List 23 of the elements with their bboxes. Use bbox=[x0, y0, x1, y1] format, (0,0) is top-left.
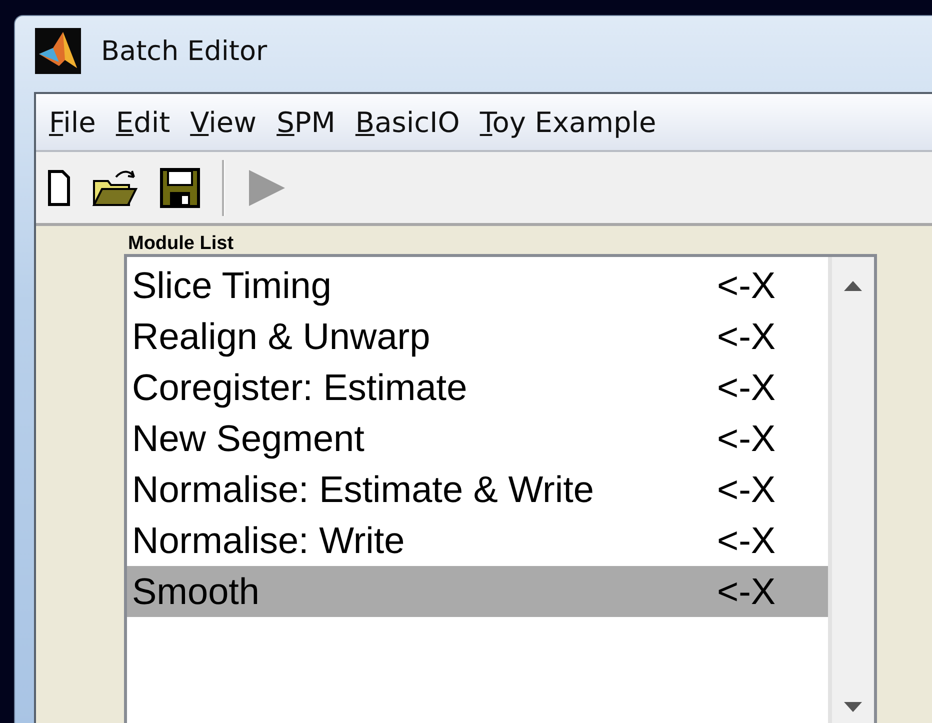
menu-item[interactable]: Edit bbox=[114, 104, 172, 140]
list-label: Module List bbox=[127, 234, 234, 254]
menu-item[interactable]: File bbox=[48, 104, 97, 140]
menu-item[interactable]: SPM bbox=[276, 104, 336, 140]
module-list[interactable]: Slice Timing <-X Realign & Unwarp <-X Coregister: Estimate <-X New Segment <-X Normalise: Estimate & Write <-X Normalise: Write <-X Smooth <-X bbox=[124, 254, 877, 723]
scroll-up-icon[interactable] bbox=[844, 281, 862, 291]
list-item[interactable]: Realign & Unwarp <-X bbox=[127, 311, 828, 362]
open-folder-icon[interactable] bbox=[92, 168, 138, 206]
list-item[interactable]: Normalise: Estimate & Write <-X bbox=[127, 464, 828, 515]
menu-item[interactable]: BasicIO bbox=[354, 104, 461, 140]
list-item[interactable]: Smooth <-X bbox=[127, 566, 828, 617]
scrollbar[interactable] bbox=[828, 257, 874, 723]
menu-item[interactable]: Toy Example bbox=[478, 104, 658, 140]
new-file-icon[interactable] bbox=[48, 170, 70, 206]
save-icon[interactable] bbox=[160, 168, 200, 208]
menu-item[interactable]: View bbox=[189, 104, 258, 140]
list-item[interactable]: New Segment <-X bbox=[127, 413, 828, 464]
list-item[interactable]: Coregister: Estimate <-X bbox=[127, 362, 828, 413]
list-item[interactable]: Slice Timing <-X bbox=[127, 260, 828, 311]
window-title: Batch Editor bbox=[101, 36, 268, 66]
scroll-down-icon[interactable] bbox=[844, 702, 862, 712]
app-logo-icon bbox=[35, 28, 81, 74]
list-item[interactable]: Normalise: Write <-X bbox=[127, 515, 828, 566]
